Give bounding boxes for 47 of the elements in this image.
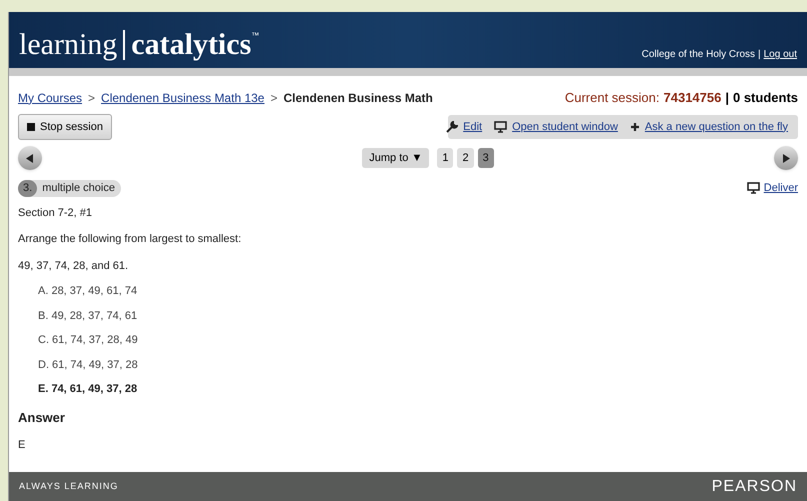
question-number: 3. xyxy=(18,180,38,196)
toolbar-link[interactable]: Edit xyxy=(463,118,482,135)
student-count: 0 students xyxy=(732,89,798,107)
logo-text: learning xyxy=(19,30,118,60)
footer-slogan: ALWAYS LEARNING xyxy=(19,480,118,493)
session-label: Current session: xyxy=(564,89,660,107)
footer-brand: PEARSON xyxy=(712,476,797,496)
plus-icon xyxy=(630,122,640,132)
institution-name: College of the Holy Cross xyxy=(642,48,756,62)
question-type: multiple choice xyxy=(42,181,115,196)
stop-square-icon xyxy=(27,122,35,131)
answer-choice: E. 74, 61, 49, 37, 28 xyxy=(38,382,138,397)
breadcrumb-link[interactable]: My Courses xyxy=(18,88,82,107)
deliver-link[interactable]: Deliver xyxy=(764,180,798,196)
toolbar-link[interactable]: Ask a new question on the fly xyxy=(644,118,788,135)
answer-value: E xyxy=(18,438,26,453)
answer-choice: C. 61, 74, 37, 28, 49 xyxy=(38,333,139,348)
jump-to-button[interactable]: Jump to ▼ xyxy=(362,148,430,168)
logo-text: catalytics xyxy=(131,30,252,60)
next-button[interactable] xyxy=(774,146,798,170)
answer-choice: D. 61, 74, 49, 37, 28 xyxy=(38,358,139,372)
answer-choice: B. 49, 28, 37, 74, 61 xyxy=(38,308,138,324)
separator-text: | xyxy=(758,48,761,62)
monitor-icon xyxy=(746,182,760,194)
previous-button[interactable] xyxy=(18,146,42,170)
answer-choice: A. 28, 37, 49, 61, 74 xyxy=(38,284,138,299)
wrench-icon xyxy=(446,120,458,133)
stop-session-button[interactable]: Stop session xyxy=(18,114,112,140)
logout-link[interactable]: Log out xyxy=(764,47,797,62)
monitor-icon xyxy=(494,120,508,133)
separator-text: | xyxy=(725,89,729,107)
toolbar-link[interactable]: Open student window xyxy=(512,118,618,135)
question-numbers: 49, 37, 74, 28, and 61. xyxy=(18,258,130,274)
trademark-mark: ™ xyxy=(251,30,260,42)
page-button[interactable]: 3 xyxy=(478,148,494,168)
breadcrumb-separator: > xyxy=(270,90,278,107)
left-triangle-icon xyxy=(26,154,34,162)
breadcrumb-link[interactable]: Clendenen Business Math 13e xyxy=(101,88,264,107)
question-prompt: Arrange the following from largest to smallest: xyxy=(18,232,242,247)
page-button[interactable]: 2 xyxy=(457,148,474,168)
session-code: 74314756 xyxy=(664,89,722,107)
breadcrumb-current: Clendenen Business Math xyxy=(284,90,433,107)
answer-heading: Answer xyxy=(18,408,66,426)
page-button[interactable]: 1 xyxy=(437,148,454,168)
breadcrumb-separator: > xyxy=(88,90,96,107)
section-text: Section 7-2, #1 xyxy=(18,206,93,220)
right-triangle-icon xyxy=(782,154,790,162)
